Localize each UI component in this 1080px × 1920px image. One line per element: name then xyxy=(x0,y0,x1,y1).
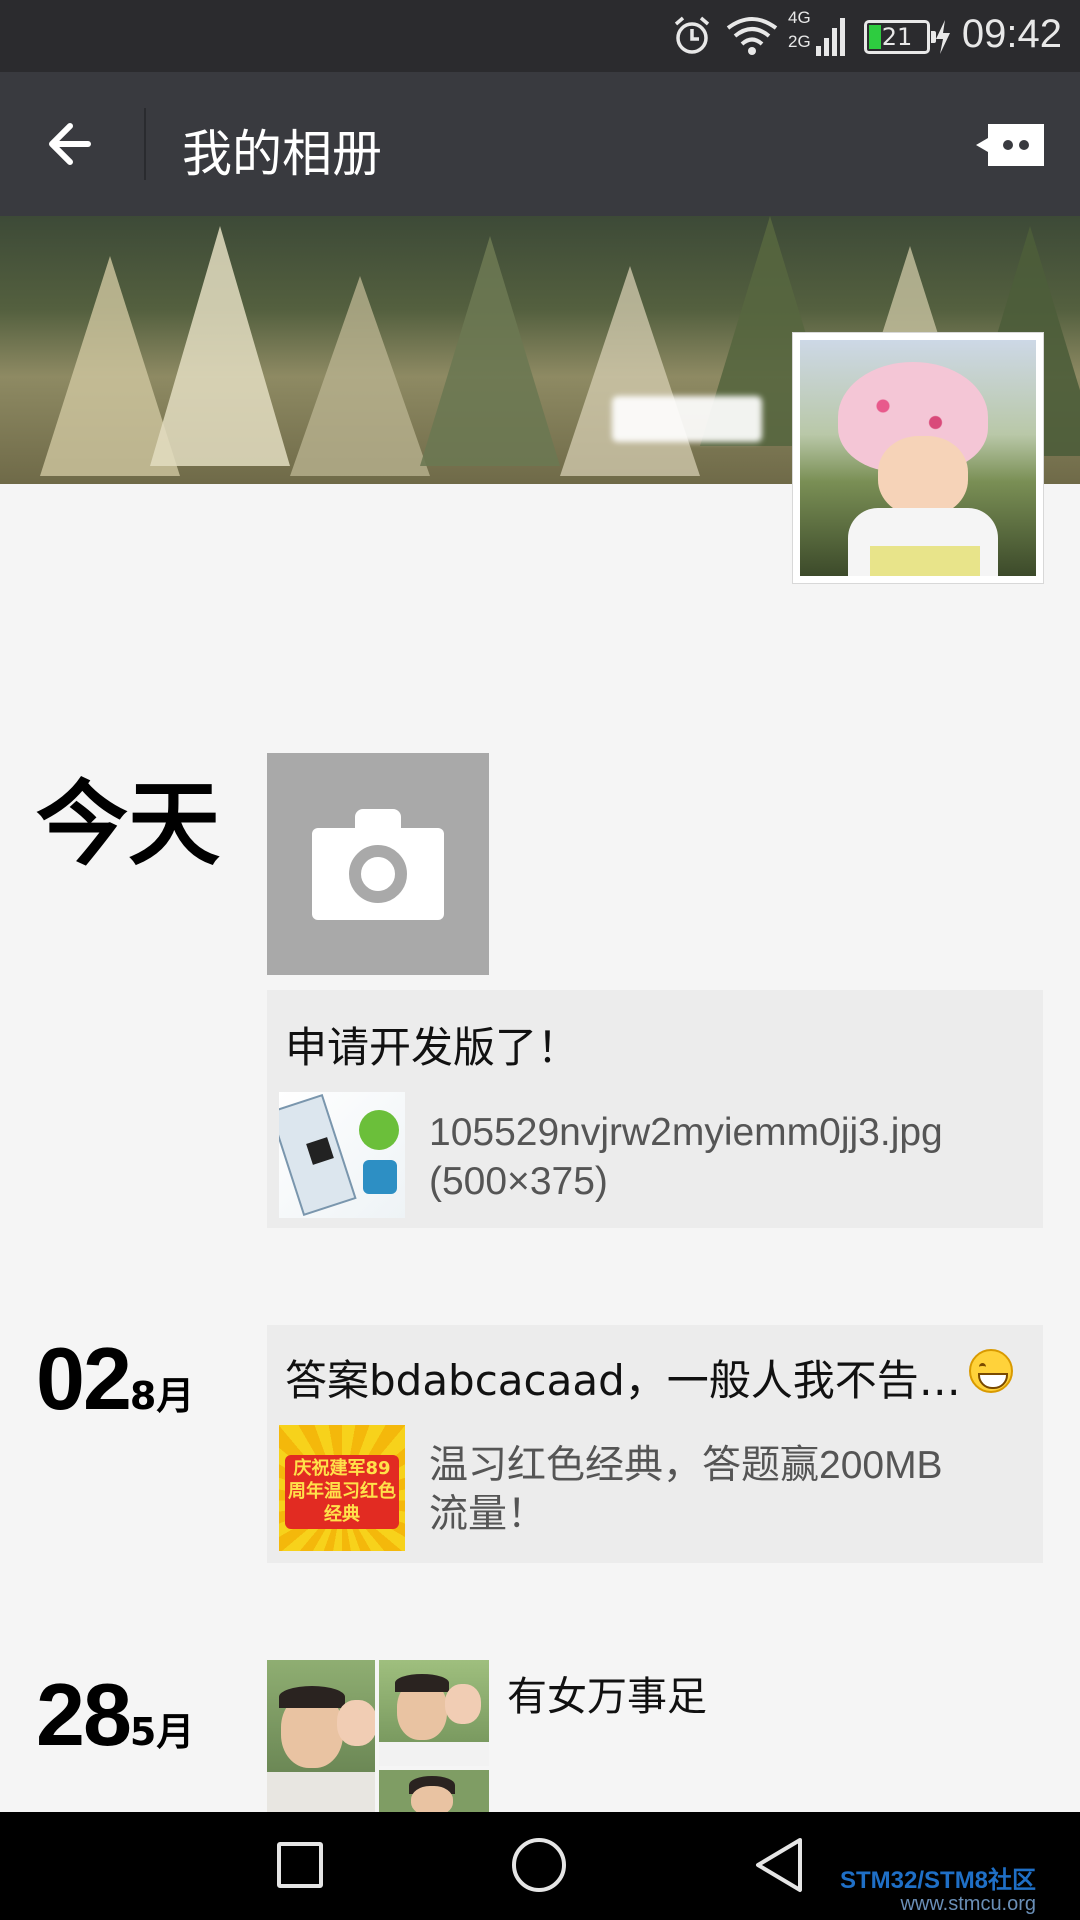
watermark: STM32/STM8社区 www.stmcu.org xyxy=(840,1860,1036,1916)
post-card-0802[interactable]: 答案bdabcacaad，一般人我不告… 庆祝建军89周年温习红色经典 温习红色… xyxy=(267,1325,1043,1563)
avatar-photo xyxy=(800,340,1036,576)
network-4g-label: 4G xyxy=(788,8,811,27)
link-description-line2: 流量！ xyxy=(429,1493,547,1536)
status-bar: 4G 2G 21 09:42 xyxy=(0,0,1080,72)
header-divider xyxy=(144,108,146,180)
post-text: 申请开发版了！ xyxy=(285,1023,580,1072)
battery-level: 21 xyxy=(881,23,913,51)
thumb-promo-text: 庆祝建军89周年温习红色经典 xyxy=(285,1455,399,1529)
more-icon[interactable] xyxy=(974,122,1046,168)
post-card-today[interactable]: 申请开发版了！ 105529nvjrw2myiemm0jj3.jpg (500×… xyxy=(267,990,1043,1228)
clock: 09:42 xyxy=(961,12,1062,56)
post-thumbnail: 庆祝建军89周年温习红色经典 xyxy=(279,1425,405,1551)
battery-icon: 21 xyxy=(864,20,936,54)
app-header: 我的相册 xyxy=(0,72,1080,216)
file-size: (500×375) xyxy=(429,1160,608,1203)
photo-1-shirt xyxy=(267,1772,375,1812)
photo-1-hair xyxy=(279,1686,345,1708)
photo-grid[interactable] xyxy=(267,1660,489,1812)
date-today: 今天 xyxy=(36,771,221,878)
camera-icon-lens xyxy=(349,845,407,903)
avatar[interactable] xyxy=(792,332,1044,584)
photo-2 xyxy=(379,1660,489,1766)
photo-2-hair xyxy=(395,1674,449,1692)
photo-3 xyxy=(379,1770,489,1812)
alarm-icon xyxy=(674,16,710,54)
file-name: 105529nvjrw2myiemm0jj3.jpg xyxy=(429,1111,943,1154)
post-thumbnail xyxy=(279,1092,405,1218)
date-day: 28 xyxy=(36,1665,132,1764)
back-nav-icon[interactable] xyxy=(752,1836,806,1894)
grin-emoji-icon xyxy=(969,1349,1013,1393)
watermark-line1: STM32/STM8社区 xyxy=(840,1867,1037,1894)
link-description-line1: 温习红色经典，答题赢200MB xyxy=(429,1444,943,1487)
date-month: 8月 xyxy=(129,1374,195,1418)
photo-3-face xyxy=(411,1786,453,1812)
date-month: 5月 xyxy=(129,1710,195,1754)
photo-1-child xyxy=(337,1700,375,1746)
post-text[interactable]: 有女万事足 xyxy=(507,1664,707,1722)
avatar-face xyxy=(878,436,968,516)
page-title: 我的相册 xyxy=(182,125,382,183)
date-entry-0802: 028月 xyxy=(36,1328,194,1430)
avatar-skirt xyxy=(870,546,980,576)
photo-2-child xyxy=(445,1684,481,1724)
date-entry-0528: 285月 xyxy=(36,1664,194,1766)
recents-icon[interactable] xyxy=(277,1842,323,1888)
signal-icon xyxy=(816,18,845,56)
watermark-line2: www.stmcu.org xyxy=(900,1893,1037,1915)
charging-icon xyxy=(936,20,950,54)
photo-1 xyxy=(267,1660,375,1812)
photo-2-shirt xyxy=(379,1742,489,1766)
back-arrow-icon[interactable] xyxy=(40,112,104,176)
wifi-icon xyxy=(726,17,778,55)
home-icon[interactable] xyxy=(512,1838,566,1892)
date-day: 02 xyxy=(36,1329,132,1428)
nickname-blurred xyxy=(612,396,762,442)
thumb-board-badge xyxy=(363,1160,397,1194)
thumb-board-logo xyxy=(359,1110,399,1150)
post-text: 答案bdabcacaad，一般人我不告… xyxy=(285,1356,961,1405)
camera-icon[interactable] xyxy=(267,753,489,975)
network-2g-label: 2G xyxy=(788,32,811,51)
